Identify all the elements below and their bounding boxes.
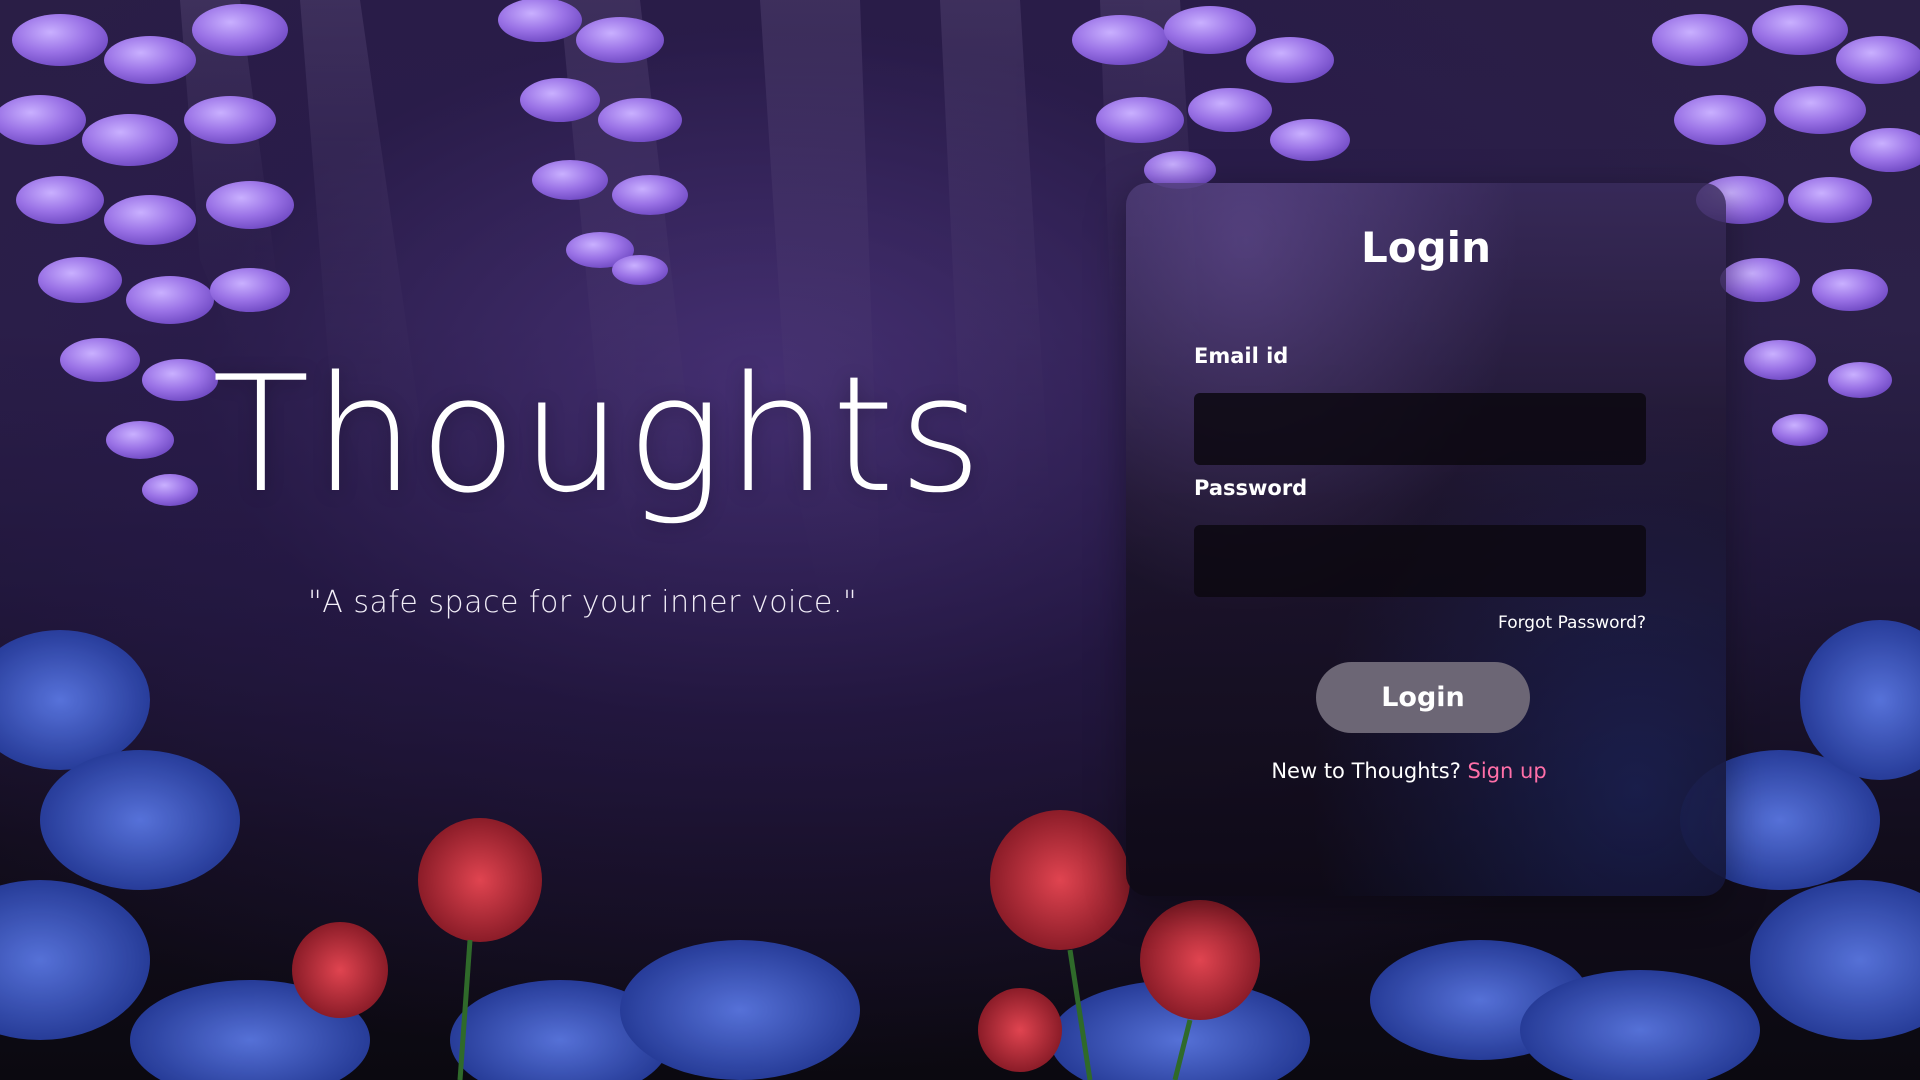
brand-title: Thoughts bbox=[212, 341, 986, 528]
background-wisteria-haze bbox=[180, 0, 1200, 640]
password-input[interactable] bbox=[1194, 525, 1646, 597]
email-label: Email id bbox=[1194, 344, 1289, 368]
signup-link[interactable]: Sign up bbox=[1468, 759, 1547, 783]
forgot-password-link[interactable]: Forgot Password? bbox=[1498, 613, 1646, 633]
login-button[interactable]: Login bbox=[1316, 662, 1530, 733]
login-page: Thoughts "A safe space for your inner vo… bbox=[0, 0, 1920, 1080]
login-card: Login Email id Password Forgot Password?… bbox=[1126, 183, 1726, 896]
signup-prompt: New to Thoughts? bbox=[1271, 759, 1461, 783]
signup-row: New to Thoughts? Sign up bbox=[1126, 759, 1692, 783]
email-input[interactable] bbox=[1194, 393, 1646, 465]
login-card-title: Login bbox=[1361, 223, 1491, 272]
brand-tagline: "A safe space for your inner voice." bbox=[308, 585, 858, 620]
password-label: Password bbox=[1194, 476, 1308, 500]
